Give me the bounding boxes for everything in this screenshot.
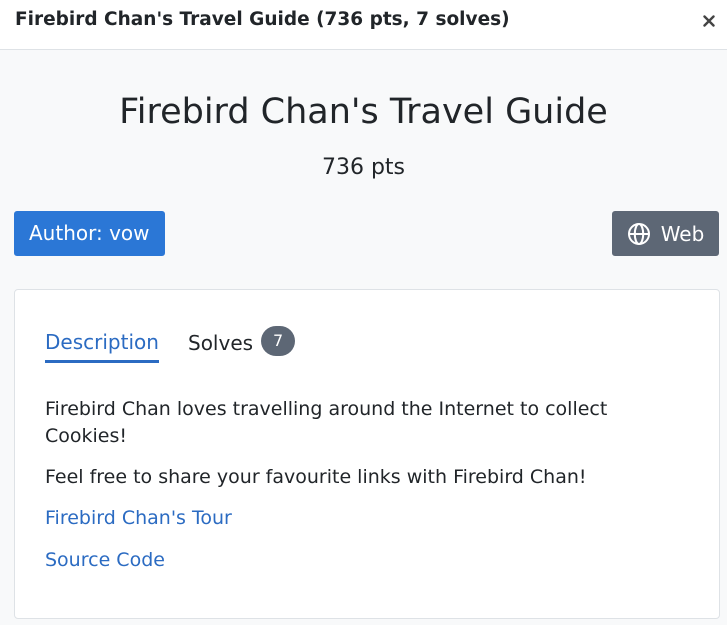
challenge-name: Firebird Chan's Travel Guide xyxy=(119,92,608,132)
tour-link[interactable]: Firebird Chan's Tour xyxy=(45,507,232,529)
category-badge: Web xyxy=(612,211,719,256)
tab-solves-label: Solves xyxy=(188,331,254,355)
tab-solves[interactable]: Solves 7 xyxy=(188,326,296,356)
category-label: Web xyxy=(660,221,705,246)
author-badge: Author: vow xyxy=(14,211,165,256)
challenge-card: Description Solves 7 Firebird Chan loves… xyxy=(14,289,720,619)
tab-description[interactable]: Description xyxy=(45,330,159,363)
challenge-modal: Firebird Chan's Travel Guide (736 pts, 7… xyxy=(0,0,727,625)
description-paragraph: Firebird Chan loves travelling around th… xyxy=(45,398,608,447)
modal-body: Firebird Chan's Travel Guide 736 pts Aut… xyxy=(0,50,727,625)
challenge-points: 736 pts xyxy=(321,155,406,180)
source-code-link[interactable]: Source Code xyxy=(45,549,165,571)
modal-header: Firebird Chan's Travel Guide (736 pts, 7… xyxy=(0,0,727,50)
close-icon xyxy=(703,15,715,27)
globe-icon xyxy=(627,222,650,245)
solves-count-badge: 7 xyxy=(261,326,296,356)
modal-title: Firebird Chan's Travel Guide (736 pts, 7… xyxy=(15,9,510,30)
description-paragraph: Feel free to share your favourite links … xyxy=(45,466,587,488)
close-button[interactable] xyxy=(700,10,718,32)
